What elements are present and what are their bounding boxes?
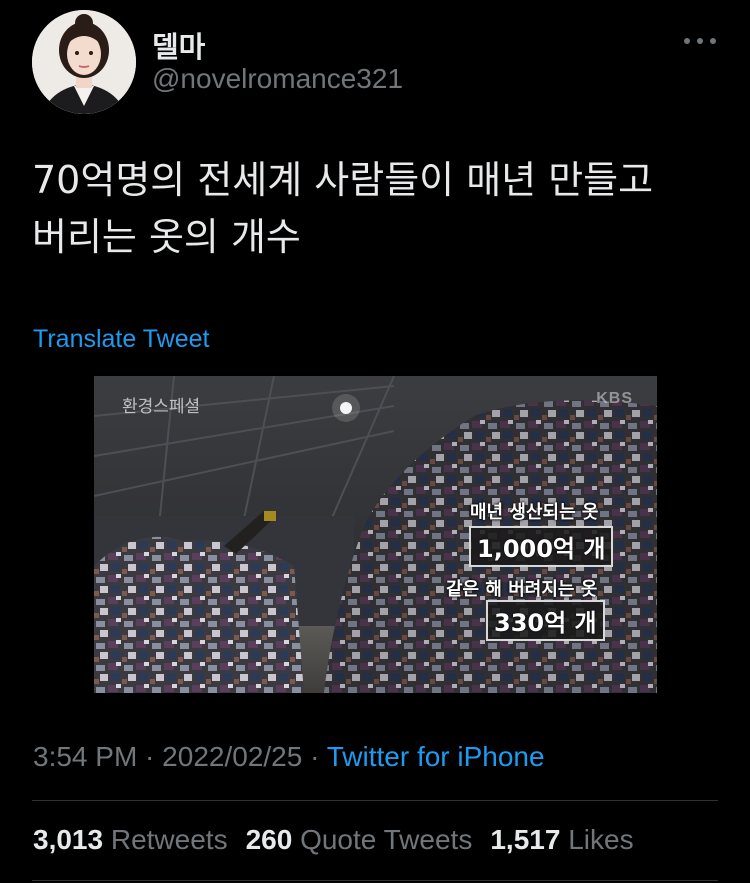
tweet-source[interactable]: Twitter for iPhone [327,741,545,772]
divider [32,800,718,801]
retweets-stat[interactable]: 3,013 Retweets [33,824,228,856]
tweet-stats: 3,013 Retweets 260 Quote Tweets 1,517 Li… [33,824,652,856]
caption-discarded: 같은 해 버려지는 옷 [446,579,598,600]
tweet-image[interactable]: 환경스페셜 KBS 매년 생산되는 옷 1,000억 개 같은 해 버려지는 옷… [94,376,657,693]
retweets-label: Retweets [110,824,228,855]
tweet-meta: 3:54 PM · 2022/02/25 · Twitter for iPhon… [33,741,545,773]
meta-separator: · [137,741,163,772]
likes-count: 1,517 [490,824,561,855]
quotes-count: 260 [245,824,293,855]
likes-label: Likes [568,824,634,855]
tweet-detail: 델마 @novelromance321 70억명의 전세계 사람들이 매년 만들… [0,0,750,883]
program-tag: 환경스페셜 [122,397,201,417]
tweet-text-line: 70억명의 전세계 사람들이 매년 만들고 [32,158,654,202]
quotes-label: Quote Tweets [300,824,473,855]
translate-tweet-link[interactable]: Translate Tweet [33,325,209,354]
likes-stat[interactable]: 1,517 Likes [490,824,633,856]
tweet-time[interactable]: 3:54 PM [33,741,137,772]
more-horizontal-icon[interactable] [684,34,716,48]
tweet-date[interactable]: 2022/02/25 [162,741,302,772]
avatar[interactable] [32,10,136,114]
tweet-text: 70억명의 전세계 사람들이 매년 만들고 버리는 옷의 개수 [32,152,722,266]
meta-separator: · [302,741,327,772]
broadcaster-logo: KBS [596,390,633,407]
value-discarded: 330억 개 [486,600,605,641]
tweet-text-line: 버리는 옷의 개수 [32,215,301,259]
user-handle[interactable]: @novelromance321 [152,63,403,95]
quotes-stat[interactable]: 260 Quote Tweets [246,824,473,856]
divider [32,880,718,881]
value-produced: 1,000억 개 [469,526,614,567]
display-name[interactable]: 델마 [152,24,205,66]
caption-produced: 매년 생산되는 옷 [470,502,599,523]
retweets-count: 3,013 [33,824,104,855]
